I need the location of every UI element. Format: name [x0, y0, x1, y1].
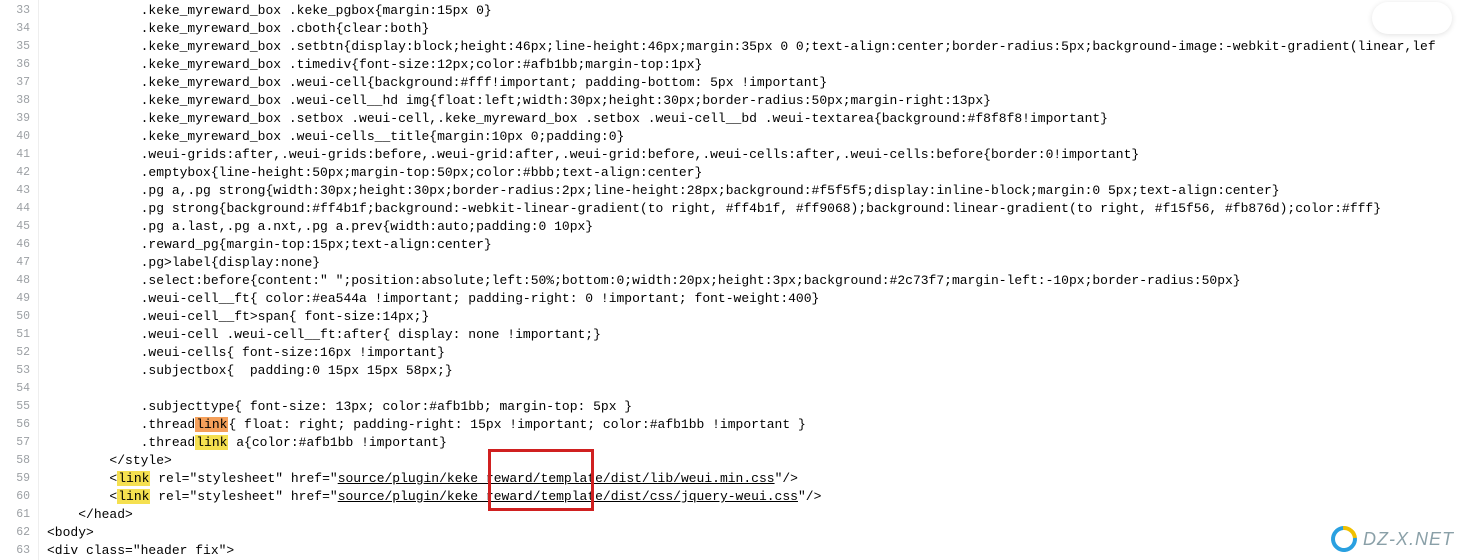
line-number: 39 [0, 110, 38, 128]
line-number: 44 [0, 200, 38, 218]
code-line[interactable]: .weui-cells{ font-size:16px !important} [39, 344, 1466, 362]
code-line[interactable]: .subjecttype{ font-size: 13px; color:#af… [39, 398, 1466, 416]
code-line[interactable]: .reward_pg{margin-top:15px;text-align:ce… [39, 236, 1466, 254]
line-number-gutter: 3334353637383940414243444546474849505152… [0, 0, 39, 560]
line-number: 38 [0, 92, 38, 110]
scrollbar-pill[interactable] [1372, 2, 1452, 34]
line-number: 55 [0, 398, 38, 416]
code-line[interactable]: .weui-cell .weui-cell__ft:after{ display… [39, 326, 1466, 344]
code-area[interactable]: .keke_myreward_box .keke_pgbox{margin:15… [39, 0, 1466, 560]
code-line[interactable]: .threadlink{ float: right; padding-right… [39, 416, 1466, 434]
code-line[interactable]: .keke_myreward_box .weui-cells__title{ma… [39, 128, 1466, 146]
code-line[interactable]: .select:before{content:" ";position:abso… [39, 272, 1466, 290]
line-number: 63 [0, 542, 38, 560]
code-line[interactable]: .keke_myreward_box .weui-cell{background… [39, 74, 1466, 92]
code-line[interactable] [39, 380, 1466, 398]
code-line[interactable]: .pg a.last,.pg a.nxt,.pg a.prev{width:au… [39, 218, 1466, 236]
line-number: 46 [0, 236, 38, 254]
code-line[interactable]: <div class="header fix"> [39, 542, 1466, 560]
code-line[interactable]: .keke_myreward_box .setbox .weui-cell,.k… [39, 110, 1466, 128]
line-number: 52 [0, 344, 38, 362]
line-number: 54 [0, 380, 38, 398]
code-line[interactable]: .keke_myreward_box .keke_pgbox{margin:15… [39, 2, 1466, 20]
code-line[interactable]: <link rel="stylesheet" href="source/plug… [39, 488, 1466, 506]
line-number: 45 [0, 218, 38, 236]
search-match-highlight: link [117, 489, 150, 504]
code-line[interactable]: .weui-cell__ft{ color:#ea544a !important… [39, 290, 1466, 308]
code-line[interactable]: .pg>label{display:none} [39, 254, 1466, 272]
line-number: 41 [0, 146, 38, 164]
line-number: 43 [0, 182, 38, 200]
code-line[interactable]: .keke_myreward_box .weui-cell__hd img{fl… [39, 92, 1466, 110]
line-number: 61 [0, 506, 38, 524]
code-line[interactable]: <body> [39, 524, 1466, 542]
watermark-logo-icon [1326, 521, 1363, 558]
line-number: 59 [0, 470, 38, 488]
href-url: source/plugin/keke_reward/template/dist/… [338, 489, 798, 504]
code-line[interactable]: .keke_myreward_box .setbtn{display:block… [39, 38, 1466, 56]
href-url: source/plugin/keke_reward/template/dist/… [338, 471, 775, 486]
code-line[interactable]: .pg strong{background:#ff4b1f;background… [39, 200, 1466, 218]
line-number: 40 [0, 128, 38, 146]
line-number: 56 [0, 416, 38, 434]
search-match-highlight: link [195, 417, 228, 432]
line-number: 35 [0, 38, 38, 56]
line-number: 36 [0, 56, 38, 74]
code-line[interactable]: <link rel="stylesheet" href="source/plug… [39, 470, 1466, 488]
watermark-text: DZ-X.NET [1363, 529, 1454, 550]
code-line[interactable]: .subjectbox{ padding:0 15px 15px 58px;} [39, 362, 1466, 380]
code-line[interactable]: .keke_myreward_box .cboth{clear:both} [39, 20, 1466, 38]
code-line[interactable]: .weui-grids:after,.weui-grids:before,.we… [39, 146, 1466, 164]
line-number: 34 [0, 20, 38, 38]
search-match-highlight: link [117, 471, 150, 486]
search-match-highlight: link [195, 435, 228, 450]
line-number: 62 [0, 524, 38, 542]
code-line[interactable]: .keke_myreward_box .timediv{font-size:12… [39, 56, 1466, 74]
line-number: 48 [0, 272, 38, 290]
code-line[interactable]: .emptybox{line-height:50px;margin-top:50… [39, 164, 1466, 182]
code-editor: 3334353637383940414243444546474849505152… [0, 0, 1466, 560]
code-line[interactable]: .threadlink a{color:#afb1bb !important} [39, 434, 1466, 452]
line-number: 49 [0, 290, 38, 308]
code-line[interactable]: .pg a,.pg strong{width:30px;height:30px;… [39, 182, 1466, 200]
line-number: 47 [0, 254, 38, 272]
line-number: 60 [0, 488, 38, 506]
line-number: 57 [0, 434, 38, 452]
code-line[interactable]: </head> [39, 506, 1466, 524]
code-line[interactable]: .weui-cell__ft>span{ font-size:14px;} [39, 308, 1466, 326]
line-number: 53 [0, 362, 38, 380]
line-number: 33 [0, 2, 38, 20]
watermark: DZ-X.NET [1331, 526, 1454, 552]
line-number: 51 [0, 326, 38, 344]
line-number: 50 [0, 308, 38, 326]
line-number: 58 [0, 452, 38, 470]
line-number: 37 [0, 74, 38, 92]
line-number: 42 [0, 164, 38, 182]
code-line[interactable]: </style> [39, 452, 1466, 470]
